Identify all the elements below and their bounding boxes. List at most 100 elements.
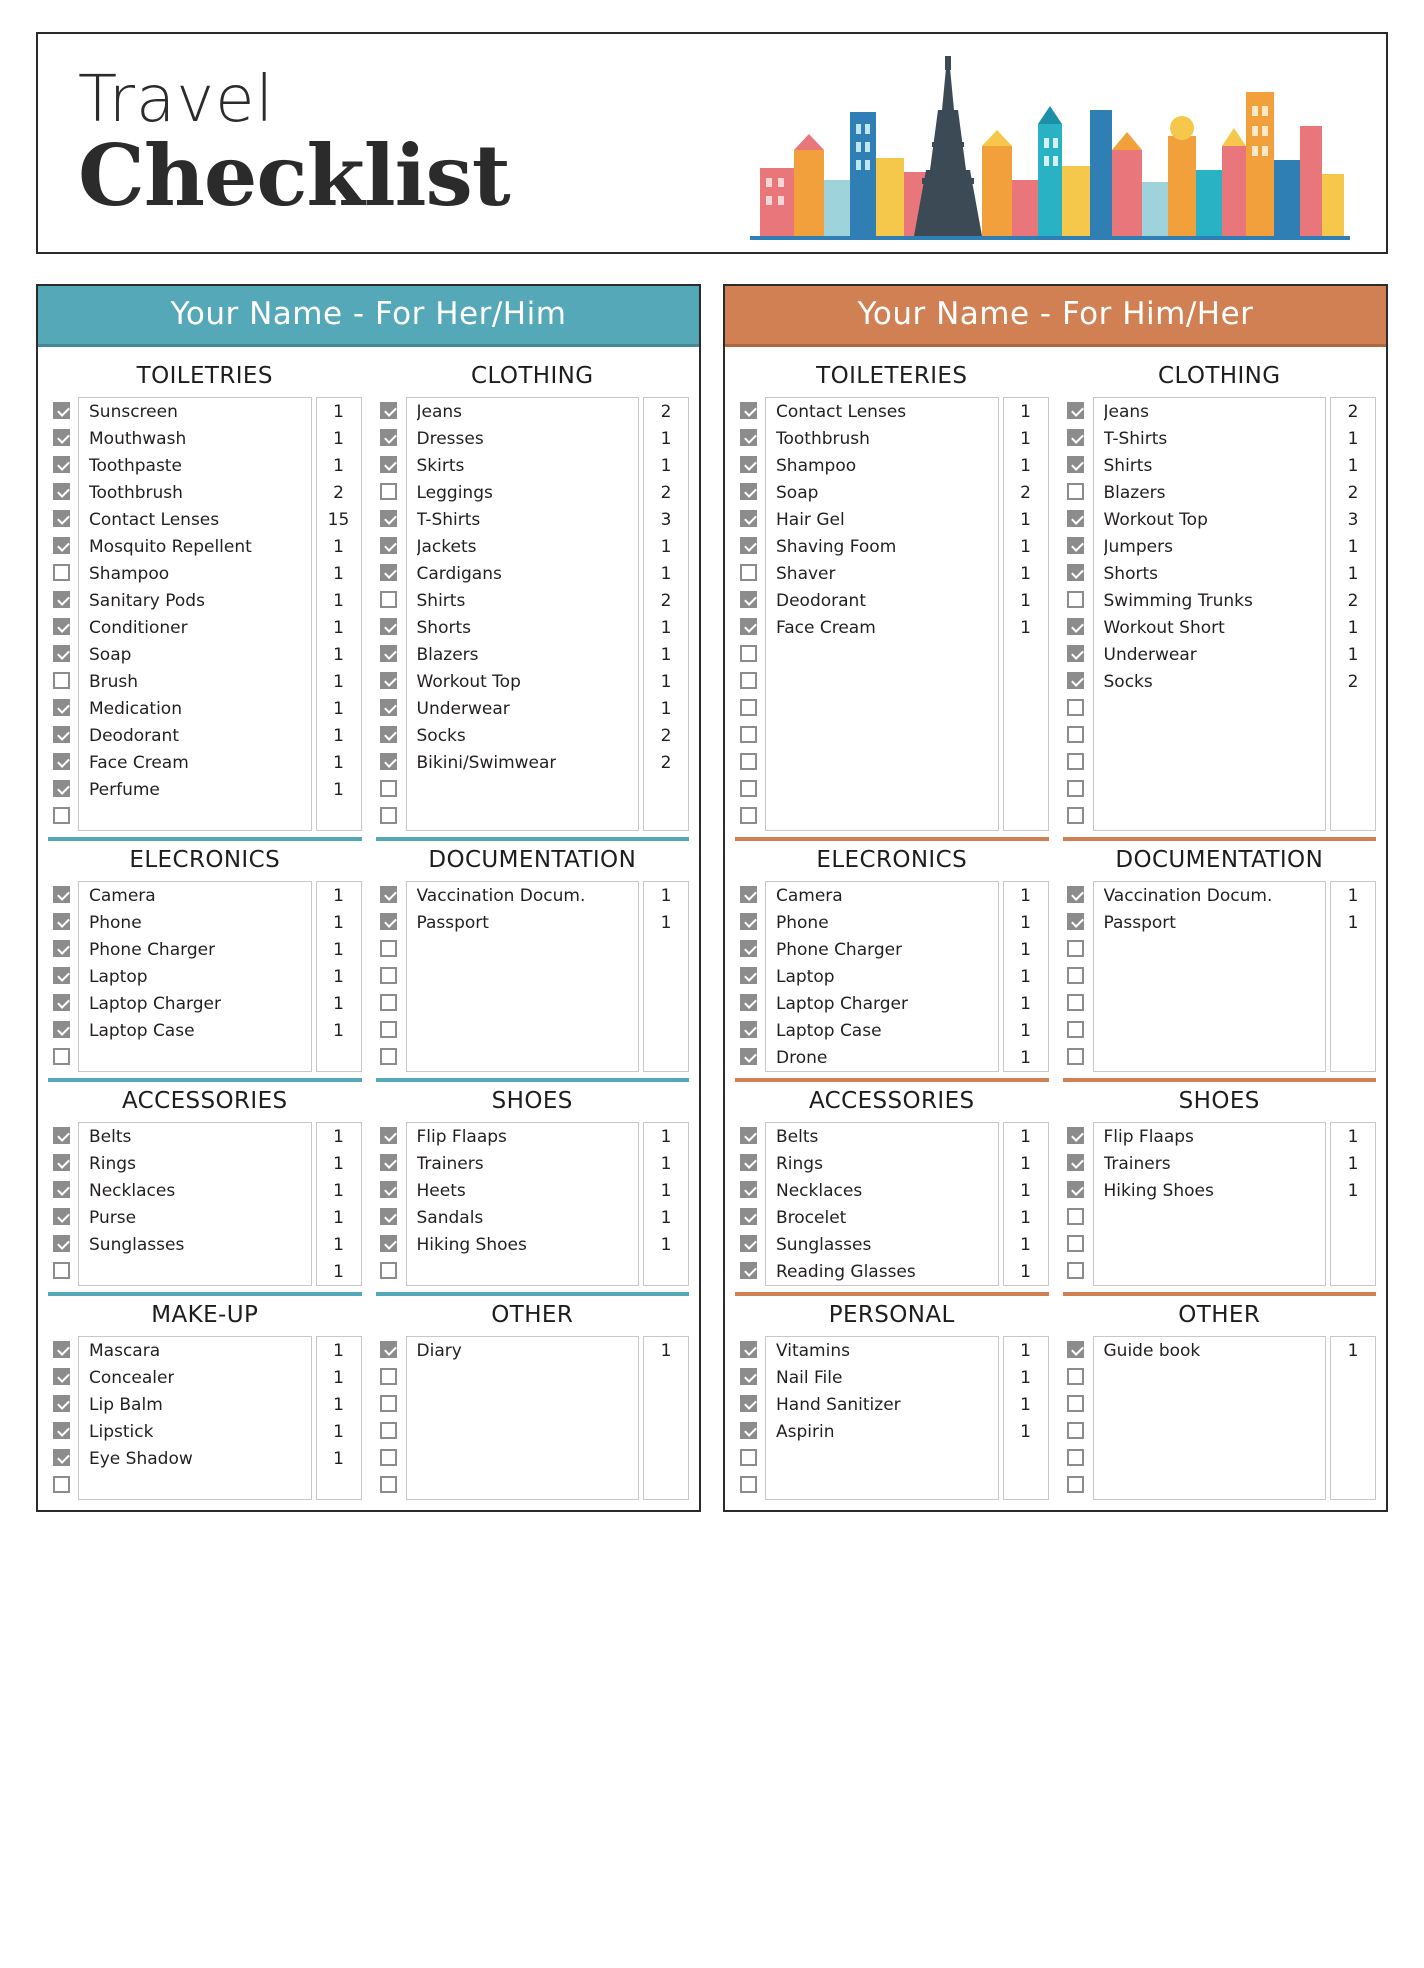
checked-checkbox-icon[interactable] — [1067, 1181, 1084, 1198]
unchecked-checkbox-icon[interactable] — [1067, 1476, 1084, 1493]
item-quantity-cell[interactable]: 1 — [1004, 506, 1048, 533]
item-label-cell[interactable]: Passport — [407, 909, 639, 936]
checkbox-cell[interactable] — [735, 775, 761, 802]
item-label-cell[interactable]: Shampoo — [79, 560, 311, 587]
item-label-cell[interactable]: Shaving Foom — [766, 533, 998, 560]
item-quantity-cell[interactable]: 1 — [317, 1017, 361, 1044]
checkbox-cell[interactable] — [376, 1203, 402, 1230]
item-quantity-cell[interactable]: 1 — [1004, 1204, 1048, 1231]
checkbox-cell[interactable] — [1063, 559, 1089, 586]
unchecked-checkbox-icon[interactable] — [739, 780, 757, 797]
item-quantity-cell[interactable]: 1 — [1331, 1150, 1375, 1177]
item-quantity-cell[interactable]: 1 — [644, 882, 688, 909]
item-quantity-cell[interactable] — [1004, 1445, 1048, 1472]
item-label-cell[interactable]: Passport — [1094, 909, 1326, 936]
checkbox-cell[interactable] — [1063, 1176, 1089, 1203]
item-quantity-cell[interactable]: 1 — [317, 641, 361, 668]
item-quantity-cell[interactable]: 1 — [1004, 1391, 1048, 1418]
item-label-cell[interactable]: Brocelet — [766, 1204, 998, 1231]
item-label-cell[interactable] — [1094, 1204, 1326, 1231]
checked-checkbox-icon[interactable] — [380, 564, 397, 581]
item-label-cell[interactable]: T-Shirts — [407, 506, 639, 533]
checkbox-cell[interactable] — [1063, 1203, 1089, 1230]
item-quantity-cell[interactable]: 2 — [1331, 587, 1375, 614]
item-quantity-cell[interactable]: 1 — [317, 749, 361, 776]
item-label-cell[interactable]: Toothbrush — [79, 479, 311, 506]
item-quantity-cell[interactable] — [1331, 1258, 1375, 1285]
unchecked-checkbox-icon[interactable] — [380, 807, 397, 824]
item-label-cell[interactable]: Sunscreen — [79, 398, 311, 425]
item-label-cell[interactable] — [1094, 776, 1326, 803]
item-quantity-cell[interactable]: 1 — [1004, 963, 1048, 990]
checked-checkbox-icon[interactable] — [380, 886, 397, 903]
item-label-cell[interactable] — [766, 776, 998, 803]
checkbox-cell[interactable] — [1063, 613, 1089, 640]
unchecked-checkbox-icon[interactable] — [739, 807, 757, 824]
checkbox-cell[interactable] — [48, 1257, 74, 1284]
checked-checkbox-icon[interactable] — [380, 510, 397, 527]
item-quantity-cell[interactable]: 1 — [1331, 1177, 1375, 1204]
item-quantity-cell[interactable] — [1004, 803, 1048, 830]
item-label-cell[interactable]: Eye Shadow — [79, 1445, 311, 1472]
checkbox-cell[interactable] — [1063, 667, 1089, 694]
item-quantity-cell[interactable]: 1 — [1004, 587, 1048, 614]
checked-checkbox-icon[interactable] — [1067, 537, 1084, 554]
checked-checkbox-icon[interactable] — [52, 886, 70, 903]
checked-checkbox-icon[interactable] — [380, 618, 397, 635]
unchecked-checkbox-icon[interactable] — [380, 967, 397, 984]
item-quantity-cell[interactable]: 1 — [317, 398, 361, 425]
checked-checkbox-icon[interactable] — [52, 591, 70, 608]
item-quantity-cell[interactable]: 1 — [317, 1258, 361, 1285]
unchecked-checkbox-icon[interactable] — [52, 1048, 70, 1065]
checkbox-cell[interactable] — [376, 640, 402, 667]
item-quantity-cell[interactable]: 1 — [317, 990, 361, 1017]
checked-checkbox-icon[interactable] — [739, 1395, 757, 1412]
unchecked-checkbox-icon[interactable] — [1067, 591, 1084, 608]
checkbox-cell[interactable] — [1063, 802, 1089, 829]
checked-checkbox-icon[interactable] — [739, 1341, 757, 1358]
unchecked-checkbox-icon[interactable] — [52, 1262, 70, 1279]
checkbox-cell[interactable] — [376, 1257, 402, 1284]
item-quantity-cell[interactable]: 1 — [1004, 1418, 1048, 1445]
item-quantity-cell[interactable]: 1 — [644, 452, 688, 479]
item-label-cell[interactable]: Nail File — [766, 1364, 998, 1391]
item-label-cell[interactable]: Toothpaste — [79, 452, 311, 479]
item-label-cell[interactable]: Laptop Case — [79, 1017, 311, 1044]
checked-checkbox-icon[interactable] — [52, 726, 70, 743]
checkbox-cell[interactable] — [376, 397, 402, 424]
item-quantity-cell[interactable]: 2 — [644, 587, 688, 614]
checkbox-cell[interactable] — [48, 908, 74, 935]
item-quantity-cell[interactable]: 2 — [1331, 668, 1375, 695]
item-label-cell[interactable] — [407, 1445, 639, 1472]
item-label-cell[interactable] — [1094, 1017, 1326, 1044]
item-label-cell[interactable] — [1094, 695, 1326, 722]
checked-checkbox-icon[interactable] — [739, 1021, 757, 1038]
checkbox-cell[interactable] — [48, 1176, 74, 1203]
item-quantity-cell[interactable] — [1004, 668, 1048, 695]
item-quantity-cell[interactable]: 1 — [1004, 936, 1048, 963]
checked-checkbox-icon[interactable] — [52, 537, 70, 554]
item-label-cell[interactable] — [766, 1472, 998, 1499]
item-label-cell[interactable] — [407, 1391, 639, 1418]
checkbox-cell[interactable] — [48, 935, 74, 962]
checked-checkbox-icon[interactable] — [1067, 1154, 1084, 1171]
unchecked-checkbox-icon[interactable] — [380, 1476, 397, 1493]
checked-checkbox-icon[interactable] — [380, 913, 397, 930]
item-quantity-cell[interactable]: 1 — [1331, 1123, 1375, 1150]
item-label-cell[interactable]: Swimming Trunks — [1094, 587, 1326, 614]
checked-checkbox-icon[interactable] — [739, 618, 757, 635]
item-label-cell[interactable] — [1094, 936, 1326, 963]
unchecked-checkbox-icon[interactable] — [380, 1368, 397, 1385]
item-label-cell[interactable]: Leggings — [407, 479, 639, 506]
item-quantity-cell[interactable]: 1 — [644, 695, 688, 722]
item-quantity-cell[interactable]: 1 — [1004, 1258, 1048, 1285]
item-label-cell[interactable] — [1094, 722, 1326, 749]
checkbox-cell[interactable] — [376, 721, 402, 748]
checked-checkbox-icon[interactable] — [52, 1208, 70, 1225]
checked-checkbox-icon[interactable] — [739, 994, 757, 1011]
checked-checkbox-icon[interactable] — [52, 1181, 70, 1198]
checkbox-cell[interactable] — [1063, 1122, 1089, 1149]
checked-checkbox-icon[interactable] — [380, 726, 397, 743]
checkbox-cell[interactable] — [376, 1390, 402, 1417]
checked-checkbox-icon[interactable] — [52, 940, 70, 957]
